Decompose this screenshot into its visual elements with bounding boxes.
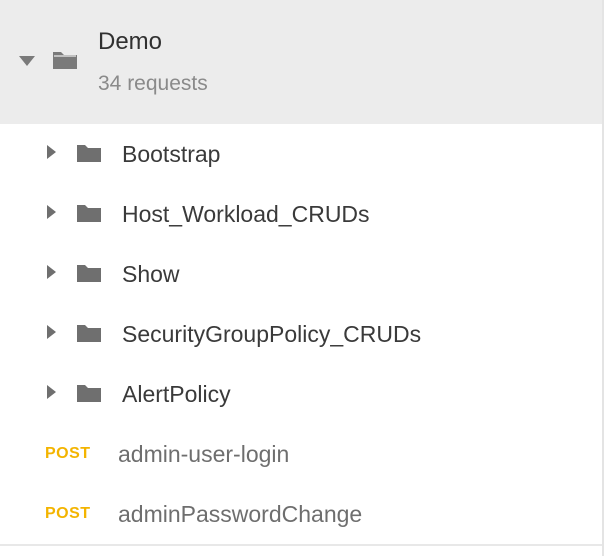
request-label: admin-user-login bbox=[118, 441, 290, 467]
folder-label: AlertPolicy bbox=[122, 381, 231, 407]
caret-right-icon[interactable] bbox=[47, 145, 56, 159]
folder-row-bootstrap[interactable]: Bootstrap bbox=[0, 124, 602, 184]
folder-label: Bootstrap bbox=[122, 141, 221, 167]
folder-row-show[interactable]: Show bbox=[0, 244, 602, 304]
method-badge: POST bbox=[45, 445, 91, 462]
caret-down-icon[interactable] bbox=[19, 56, 35, 66]
collection-header[interactable]: Demo 34 requests bbox=[0, 0, 602, 124]
folder-label: Show bbox=[122, 261, 180, 287]
folder-icon bbox=[76, 323, 102, 348]
caret-right-icon[interactable] bbox=[47, 205, 56, 219]
request-row-admin-user-login[interactable]: POST admin-user-login bbox=[0, 424, 602, 484]
method-badge: POST bbox=[45, 505, 91, 522]
caret-right-icon[interactable] bbox=[47, 265, 56, 279]
folder-icon bbox=[76, 263, 102, 288]
folder-icon bbox=[76, 383, 102, 408]
folder-row-alertpolicy[interactable]: AlertPolicy bbox=[0, 364, 602, 424]
collection-request-count: 34 requests bbox=[98, 72, 208, 95]
folder-label: Host_Workload_CRUDs bbox=[122, 201, 370, 227]
folder-icon bbox=[76, 143, 102, 168]
list-divider bbox=[0, 544, 602, 546]
caret-right-icon[interactable] bbox=[47, 325, 56, 339]
request-label: adminPasswordChange bbox=[118, 501, 363, 527]
collection-tree-panel: Demo 34 requests Bootstrap Host_Workload… bbox=[0, 0, 604, 556]
folder-row-securitygrouppolicy-cruds[interactable]: SecurityGroupPolicy_CRUDs bbox=[0, 304, 602, 364]
collection-name: Demo bbox=[98, 28, 163, 55]
folder-icon bbox=[76, 203, 102, 228]
folder-label: SecurityGroupPolicy_CRUDs bbox=[122, 321, 422, 347]
folder-row-host-workload-cruds[interactable]: Host_Workload_CRUDs bbox=[0, 184, 602, 244]
caret-right-icon[interactable] bbox=[47, 385, 56, 399]
collection-folder-icon bbox=[52, 50, 78, 75]
request-row-admin-password-change[interactable]: POST adminPasswordChange bbox=[0, 484, 602, 544]
collection-items-list: Bootstrap Host_Workload_CRUDs Show Secur… bbox=[0, 124, 602, 544]
